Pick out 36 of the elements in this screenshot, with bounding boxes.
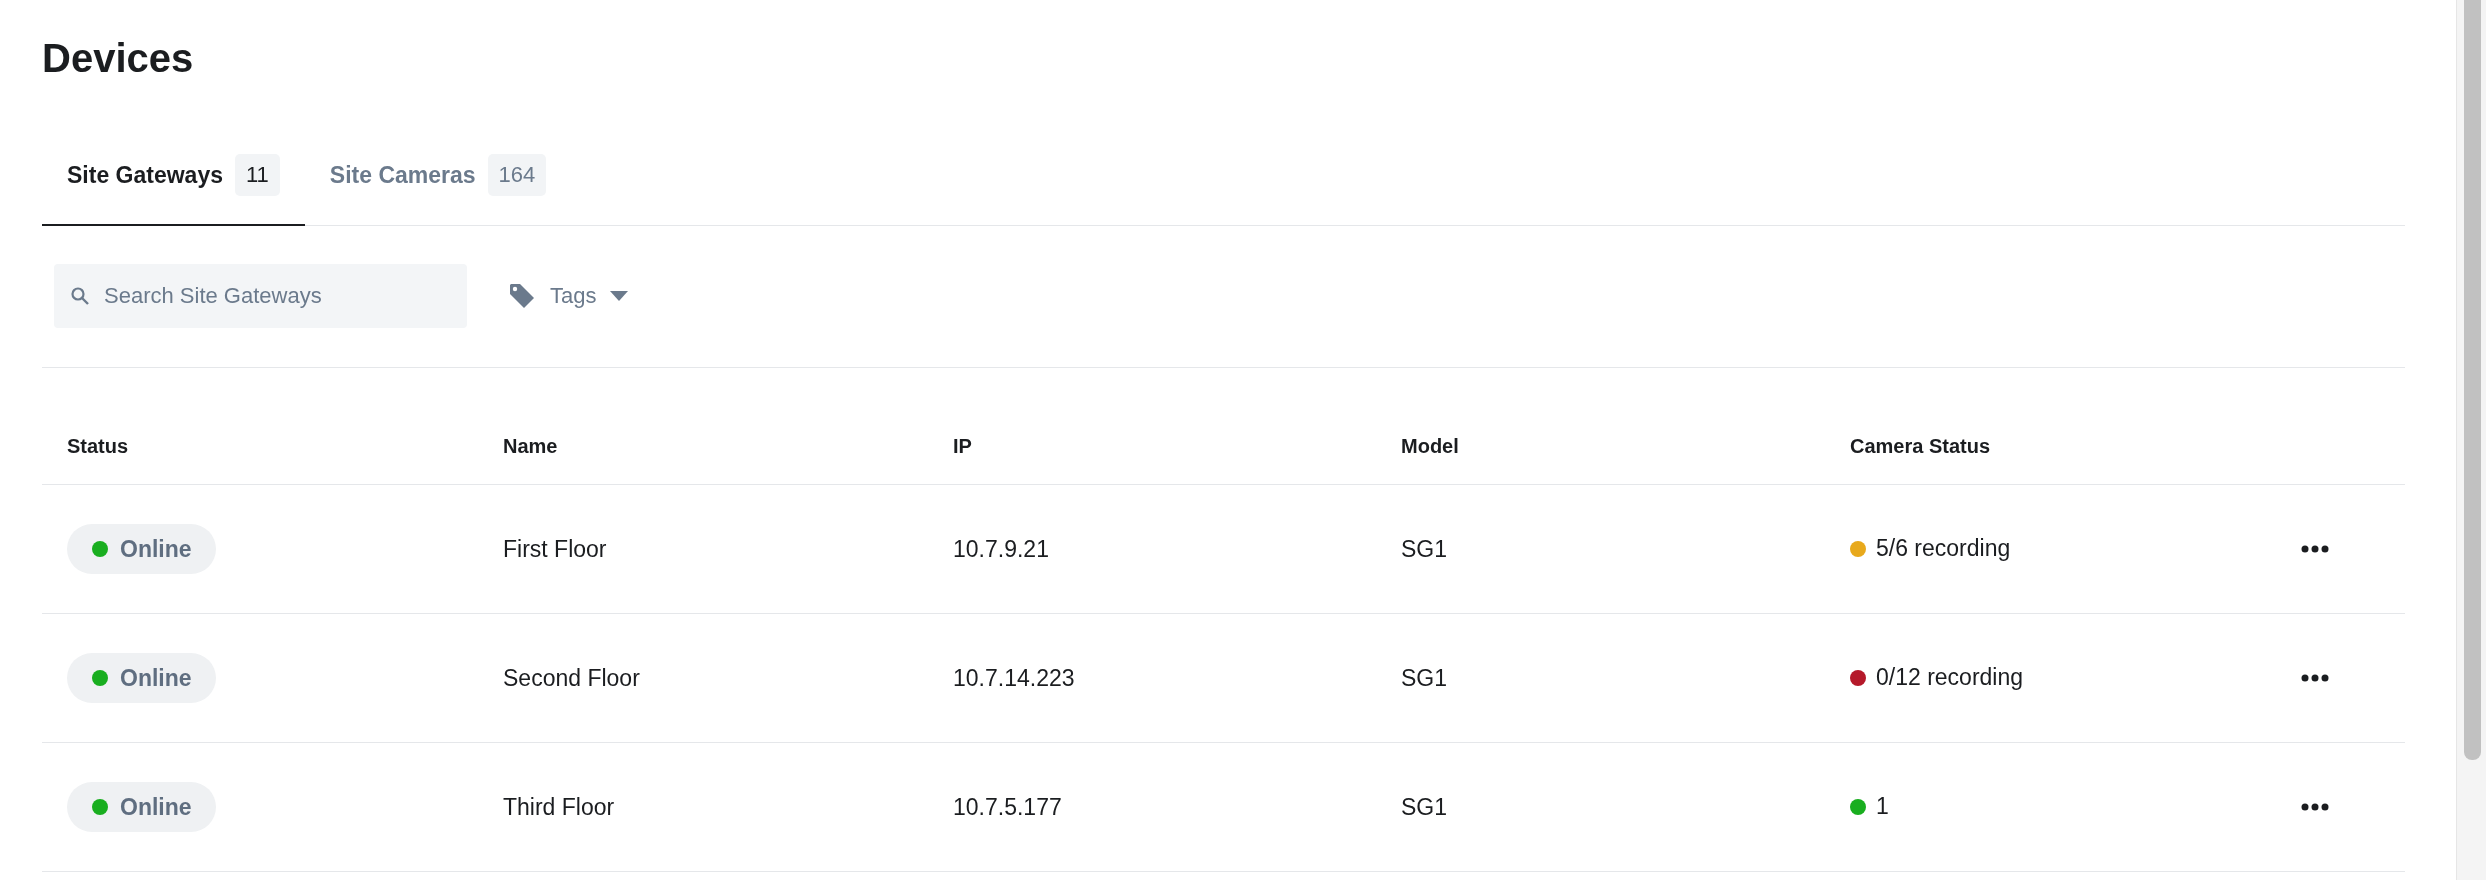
name-cell: Third Floor	[503, 793, 615, 821]
camera-status-text: 1	[1876, 793, 1889, 821]
model-cell: SG1	[1401, 793, 1448, 821]
count-badge: 11	[234, 154, 280, 196]
tab[interactable]: Site Cameras 164	[304, 126, 572, 226]
status-dot	[92, 799, 108, 815]
tab[interactable]: Site Gateways 11	[42, 126, 305, 226]
column-header: Status	[67, 435, 129, 458]
status-badge: Online	[67, 782, 216, 832]
scrollbar-thumb[interactable]	[2464, 0, 2481, 760]
ip-cell: 10.7.14.223	[953, 664, 1075, 692]
status-badge: Online	[67, 653, 216, 703]
tag-icon	[508, 282, 536, 310]
page-title: Devices	[42, 35, 194, 82]
ip-cell: 10.7.5.177	[953, 793, 1062, 821]
status-badge: Online	[67, 524, 216, 574]
search-field[interactable]: Search Site Gateways	[54, 264, 467, 328]
caret-icon	[610, 291, 629, 301]
name-cell: First Floor	[503, 535, 607, 563]
more-icon[interactable]	[2301, 674, 2329, 682]
model-cell: SG1	[1401, 535, 1448, 563]
status-dot	[92, 541, 108, 557]
column-header: Model	[1401, 435, 1459, 458]
status-dot	[92, 670, 108, 686]
column-header: Name	[503, 435, 558, 458]
camera-status-text: 5/6 recording	[1876, 535, 2011, 563]
column-header: IP	[953, 435, 972, 458]
name-cell: Second Floor	[503, 664, 640, 692]
more-icon[interactable]	[2301, 545, 2329, 553]
more-icon[interactable]	[2301, 803, 2329, 811]
camera-status-text: 0/12 recording	[1876, 664, 2024, 692]
column-header: Camera Status	[1850, 435, 1991, 458]
count-badge: 164	[487, 154, 547, 196]
ip-cell: 10.7.9.21	[953, 535, 1049, 563]
model-cell: SG1	[1401, 664, 1448, 692]
tags-dropdown[interactable]: Tags	[508, 282, 629, 310]
